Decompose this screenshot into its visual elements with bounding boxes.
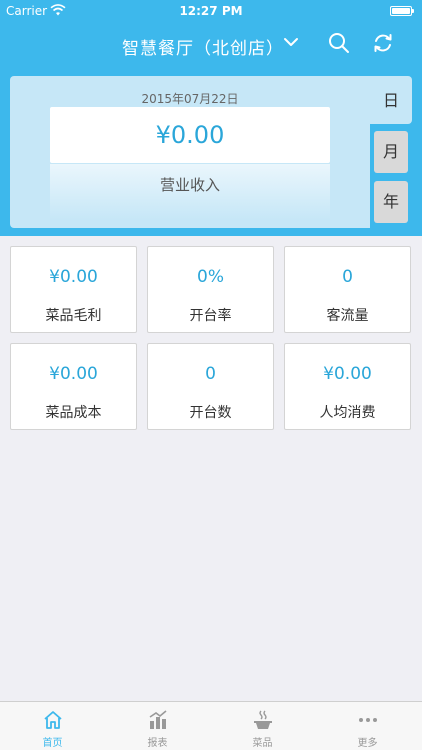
revenue-label-box: 营业收入 (50, 164, 330, 220)
stat-label: 菜品成本 (45, 405, 102, 421)
stat-label: 客流量 (326, 308, 369, 324)
stat-value: 0 (342, 267, 353, 287)
tab-home-label: 首页 (42, 738, 63, 749)
tab-dishes-label: 菜品 (252, 738, 273, 749)
revenue-header: 2015年07月22日 ¥0.00 营业收入 日 月 年 (0, 66, 422, 236)
battery-icon (390, 6, 414, 16)
tab-bar: 首页 报表 菜品 更多 (0, 701, 422, 750)
tab-day[interactable]: 日 (370, 76, 412, 124)
home-icon (44, 711, 62, 729)
stat-value: ¥0.00 (49, 364, 98, 384)
revenue-summary-card: 2015年07月22日 ¥0.00 营业收入 (10, 76, 370, 228)
stat-value: ¥0.00 (49, 267, 98, 287)
stat-card-table-rate[interactable]: 0% 开台率 (147, 246, 274, 333)
stat-label: 开台数 (189, 405, 232, 421)
stat-value: 0 (205, 364, 216, 384)
tab-year[interactable]: 年 (374, 181, 408, 223)
tab-more[interactable]: 更多 (315, 702, 420, 750)
stat-label: 人均消费 (319, 405, 376, 421)
summary-date: 2015年07月22日 (141, 92, 239, 106)
stat-card-dish-cost[interactable]: ¥0.00 菜品成本 (10, 343, 137, 430)
tab-reports-label: 报表 (147, 738, 168, 749)
refresh-icon[interactable] (372, 32, 394, 54)
search-icon[interactable] (328, 32, 350, 54)
stat-value: 0% (197, 267, 224, 287)
status-bar: Carrier 12:27 PM (0, 0, 422, 22)
tab-reports[interactable]: 报表 (105, 702, 210, 750)
stat-card-customer-flow[interactable]: 0 客流量 (284, 246, 411, 333)
stat-label: 开台率 (189, 308, 232, 324)
stat-card-dish-gross-profit[interactable]: ¥0.00 菜品毛利 (10, 246, 137, 333)
dish-icon (254, 710, 272, 729)
chevron-down-icon[interactable] (283, 34, 299, 50)
battery-fill (392, 8, 410, 14)
revenue-label: 营业收入 (159, 176, 220, 194)
stat-label: 菜品毛利 (45, 308, 102, 324)
nav-bar: 智慧餐厅（北创店） (0, 22, 422, 66)
revenue-amount: ¥0.00 (155, 121, 225, 149)
more-dots-icon (359, 718, 377, 722)
status-time: 12:27 PM (179, 4, 243, 18)
stat-value: ¥0.00 (323, 364, 372, 384)
report-chart-icon (149, 710, 167, 729)
stat-card-avg-spend[interactable]: ¥0.00 人均消费 (284, 343, 411, 430)
restaurant-title[interactable]: 智慧餐厅（北创店） (122, 34, 284, 59)
tab-month[interactable]: 月 (374, 131, 408, 173)
tab-dishes[interactable]: 菜品 (210, 702, 315, 750)
stat-card-table-count[interactable]: 0 开台数 (147, 343, 274, 430)
revenue-amount-box: ¥0.00 (50, 107, 330, 163)
tab-more-label: 更多 (357, 738, 378, 749)
tab-home[interactable]: 首页 (0, 702, 105, 750)
